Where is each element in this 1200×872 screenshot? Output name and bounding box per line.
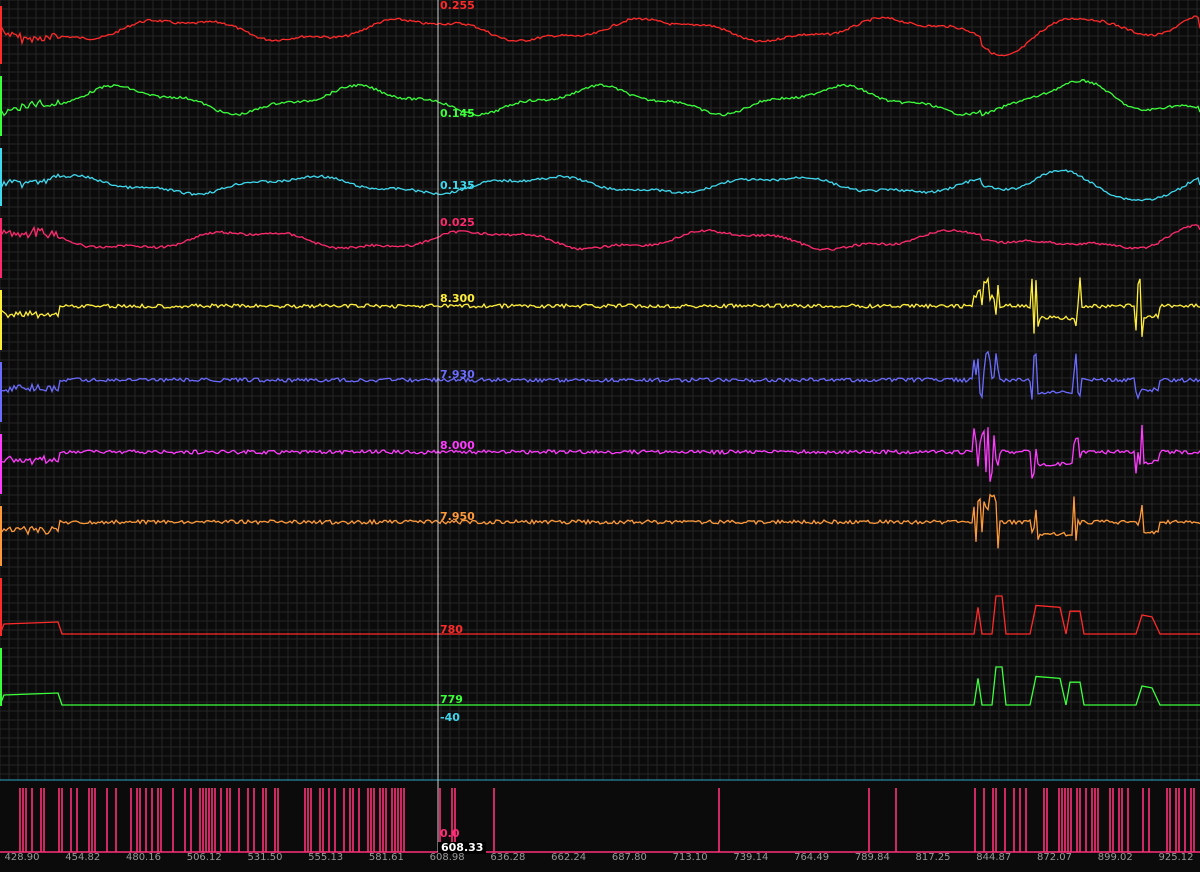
time-tick-label: 764.49 xyxy=(794,852,830,863)
time-tick-label: 428.90 xyxy=(4,852,40,863)
time-tick-label: 662.24 xyxy=(551,852,587,863)
time-tick-label: 789.84 xyxy=(854,852,890,863)
signal-viewer[interactable]: 0.255 0.145 0.135 0.025 8.300 7.930 8.00… xyxy=(0,0,1200,872)
time-tick-label: 925.12 xyxy=(1158,852,1194,863)
time-tick-label: 555.13 xyxy=(308,852,344,863)
time-tick-label: 687.80 xyxy=(611,852,647,863)
time-tick-label: 454.82 xyxy=(65,852,101,863)
time-tick-label: 739.14 xyxy=(733,852,769,863)
time-tick-label: 608.98 xyxy=(429,852,465,863)
grid xyxy=(0,0,1200,780)
time-tick-label: 899.02 xyxy=(1097,852,1133,863)
time-tick-label: 713.10 xyxy=(672,852,708,863)
time-tick-label: 506.12 xyxy=(186,852,222,863)
time-tick-label: 844.87 xyxy=(976,852,1012,863)
time-tick-label: 817.25 xyxy=(915,852,951,863)
multichannel-plot[interactable] xyxy=(0,0,1200,872)
time-tick-label: 581.61 xyxy=(368,852,404,863)
time-tick-label: 636.28 xyxy=(490,852,526,863)
time-tick-label: 531.50 xyxy=(247,852,283,863)
event-markers xyxy=(19,788,1195,852)
time-tick-label: 480.16 xyxy=(125,852,161,863)
time-tick-label: 872.07 xyxy=(1037,852,1073,863)
